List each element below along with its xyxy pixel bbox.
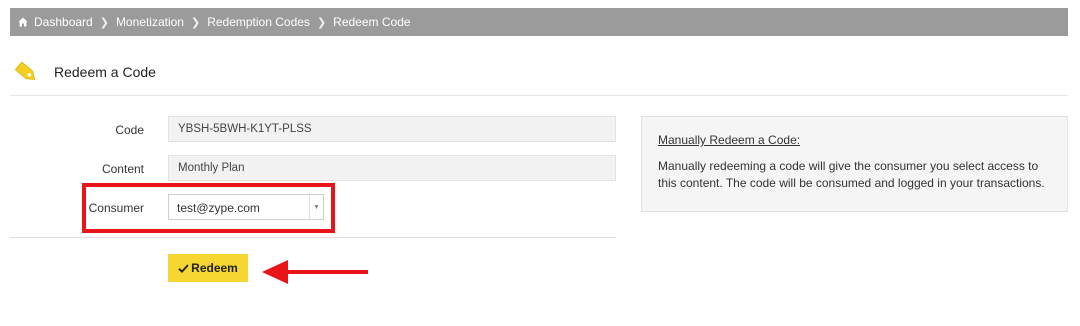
breadcrumb-dashboard[interactable]: Dashboard: [34, 15, 93, 29]
consumer-select[interactable]: test@zype.com ▼: [168, 194, 324, 220]
annotation-arrow-icon: [262, 260, 368, 284]
redeem-button-label: Redeem: [191, 261, 238, 275]
check-icon: [178, 263, 189, 273]
consumer-select-value: test@zype.com: [177, 201, 260, 215]
divider: [10, 237, 616, 238]
page-header: Redeem a Code: [10, 56, 1068, 96]
info-title: Manually Redeem a Code:: [658, 133, 801, 147]
code-label: Code: [115, 123, 144, 137]
breadcrumb-monetization[interactable]: Monetization: [116, 15, 184, 29]
content-field: Monthly Plan: [168, 155, 616, 181]
info-panel: Manually Redeem a Code: Manually redeemi…: [641, 116, 1068, 212]
breadcrumb: Dashboard ❯ Monetization ❯ Redemption Co…: [10, 8, 1068, 36]
caret-down-icon: ▼: [309, 195, 323, 219]
tag-icon: [14, 61, 36, 80]
redeem-button[interactable]: Redeem: [168, 254, 248, 282]
code-field: YBSH-5BWH-K1YT-PLSS: [168, 116, 616, 142]
info-text: Manually redeeming a code will give the …: [658, 159, 1045, 190]
breadcrumb-redemption-codes[interactable]: Redemption Codes: [207, 15, 310, 29]
page-title: Redeem a Code: [54, 64, 156, 80]
chevron-right-icon: ❯: [316, 16, 327, 29]
home-icon: [18, 17, 28, 27]
consumer-row: Consumer test@zype.com ▼: [10, 194, 616, 222]
chevron-right-icon: ❯: [99, 16, 109, 29]
breadcrumb-current: Redeem Code: [333, 15, 411, 29]
code-row: Code YBSH-5BWH-K1YT-PLSS: [10, 116, 616, 144]
consumer-label: Consumer: [88, 201, 144, 215]
content-row: Content Monthly Plan: [10, 155, 616, 183]
content-label: Content: [101, 162, 144, 176]
chevron-right-icon: ❯: [190, 16, 201, 29]
